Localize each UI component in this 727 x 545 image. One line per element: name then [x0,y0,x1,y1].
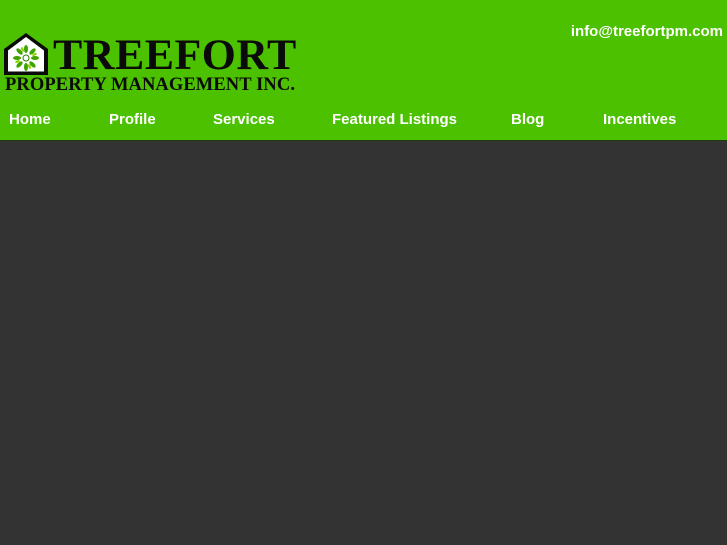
logo[interactable]: TREEFORT PROPERTY MANAGEMENT INC. [3,32,303,95]
nav-featured-listings[interactable]: Featured Listings [332,111,457,129]
logo-title: TREEFORT [53,32,297,79]
main-content-area [0,141,727,545]
nav-incentives[interactable]: Incentives [603,111,676,129]
house-tree-icon [4,33,48,75]
nav-profile[interactable]: Profile [109,111,156,129]
email-link[interactable]: info@treefortpm.com [571,23,723,40]
nav-services[interactable]: Services [213,111,275,129]
logo-subtitle: PROPERTY MANAGEMENT INC. [5,75,296,95]
site-header: info@treefortpm.com TREEFORT PROPERTY MA… [0,0,727,141]
nav-blog[interactable]: Blog [511,111,544,129]
main-nav: Home Profile Services Featured Listings … [0,106,727,136]
nav-home[interactable]: Home [9,111,51,129]
